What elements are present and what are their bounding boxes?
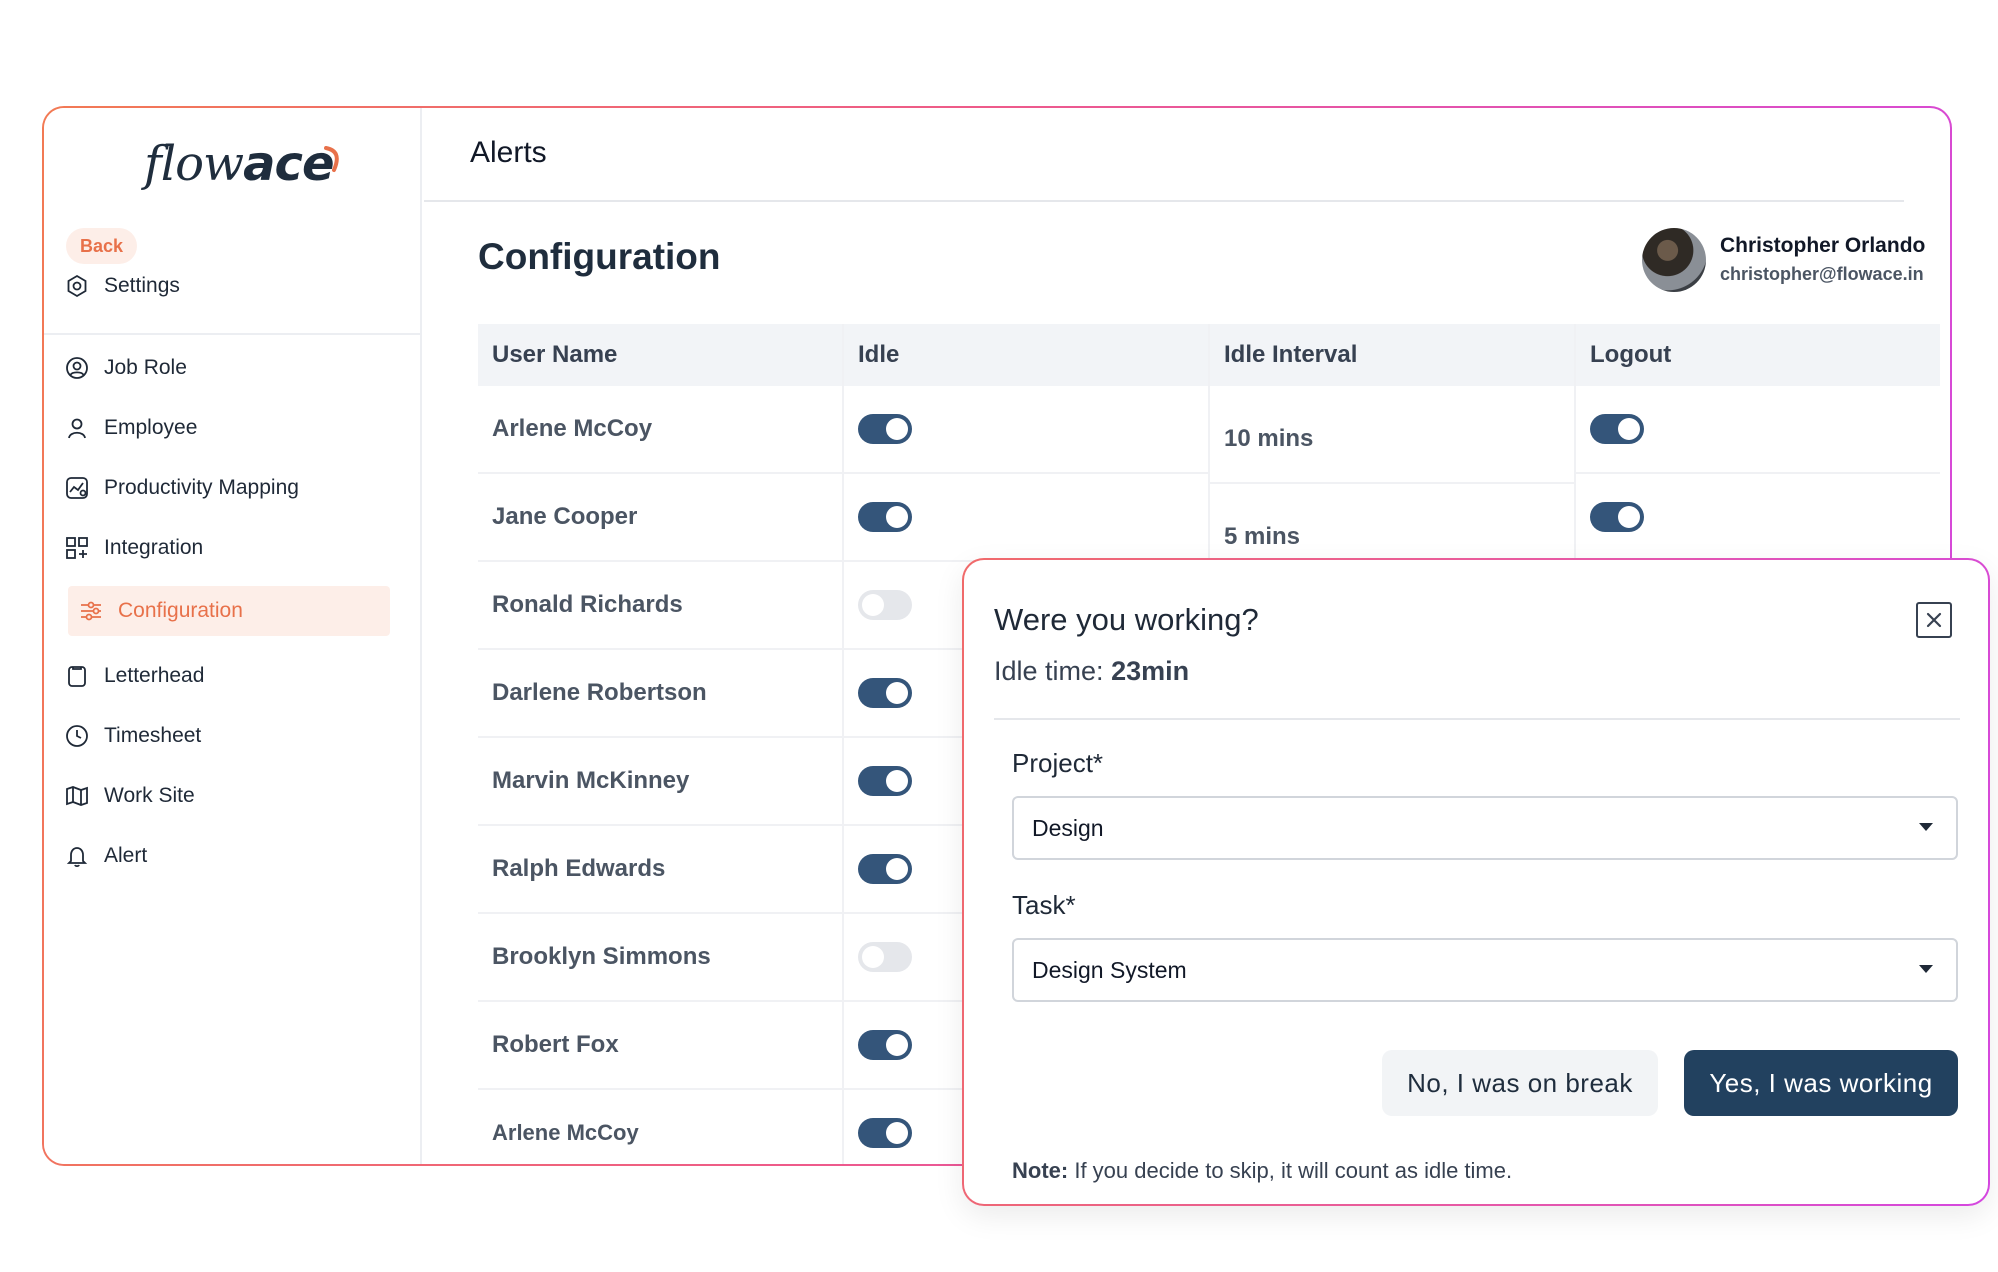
flowace-logo: flowace — [144, 136, 344, 206]
task-select-value: Design System — [1032, 956, 1187, 983]
sliders-icon — [78, 598, 104, 624]
on-break-button[interactable]: No, I was on break — [1382, 1050, 1658, 1116]
header-divider — [424, 200, 1904, 202]
logo-text-bold: ace — [243, 136, 334, 192]
sidebar-item-label: Settings — [104, 274, 180, 297]
sidebar-item-job-role[interactable]: Job Role — [64, 346, 187, 390]
idle-toggle[interactable] — [858, 942, 912, 972]
project-select-value: Design — [1032, 814, 1104, 841]
sidebar-item-label: Employee — [104, 416, 198, 439]
idle-toggle[interactable] — [858, 502, 912, 532]
idle-toggle[interactable] — [858, 766, 912, 796]
was-working-button[interactable]: Yes, I was working — [1684, 1050, 1958, 1116]
sidebar-item-productivity-mapping[interactable]: Productivity Mapping — [64, 466, 299, 510]
project-label: Project* — [1012, 748, 1104, 778]
logout-toggle[interactable] — [1590, 502, 1644, 532]
table-cell-interval: 10 mins — [1210, 386, 1574, 484]
sidebar-item-label: Job Role — [104, 356, 187, 379]
page-title: Configuration — [478, 236, 721, 277]
idle-toggle[interactable] — [858, 854, 912, 884]
table-cell-name: Arlene McCoy — [478, 1090, 842, 1164]
column-header: Idle Interval — [1210, 324, 1574, 386]
idle-toggle[interactable] — [858, 590, 912, 620]
sidebar-item-timesheet[interactable]: Timesheet — [64, 714, 201, 758]
note-text: If you decide to skip, it will count as … — [1074, 1158, 1513, 1183]
user-name: Christopher Orlando — [1720, 234, 1926, 257]
sidebar-item-label: Letterhead — [104, 664, 205, 687]
column-header: Idle — [844, 324, 1208, 386]
chart-icon — [64, 475, 90, 501]
column-header: Logout — [1576, 324, 1940, 386]
table-cell-logout — [1576, 474, 1940, 562]
table-cell-name: Brooklyn Simmons — [478, 914, 842, 1002]
idle-time-label: Idle time: — [994, 656, 1104, 686]
logo-text-light: flow — [144, 136, 244, 192]
table-cell-name: Robert Fox — [478, 1002, 842, 1090]
table-cell-logout — [1576, 386, 1940, 474]
sidebar-item-label: Configuration — [118, 599, 243, 622]
user-circle-icon — [64, 355, 90, 381]
table-cell-idle — [844, 386, 1208, 474]
sidebar: flowace Back Settings Job Role Employee … — [44, 108, 422, 1164]
settings-icon — [64, 273, 90, 299]
grid-plus-icon — [64, 535, 90, 561]
map-icon — [64, 783, 90, 809]
task-select[interactable]: Design System — [1012, 938, 1958, 1002]
column-user-name: User Name Arlene McCoy Jane Cooper Ronal… — [478, 324, 842, 1164]
idle-dialog-inner: Were you working? Idle time: 23min Proje… — [964, 560, 1988, 1204]
idle-dialog: Were you working? Idle time: 23min Proje… — [962, 558, 1990, 1206]
table-cell-interval: 5 mins — [1210, 484, 1574, 564]
sidebar-item-label: Alert — [104, 844, 148, 867]
clipboard-icon — [64, 663, 90, 689]
idle-toggle[interactable] — [858, 678, 912, 708]
sidebar-item-configuration[interactable]: Configuration — [68, 586, 390, 636]
sidebar-item-label: Productivity Mapping — [104, 476, 299, 499]
user-icon — [64, 415, 90, 441]
close-icon — [1926, 612, 1942, 628]
header-title: Alerts — [470, 136, 547, 169]
bell-icon — [64, 843, 90, 869]
chevron-down-icon — [1919, 823, 1933, 831]
dialog-title: Were you working? — [994, 602, 1259, 637]
table-cell-name: Marvin McKinney — [478, 738, 842, 826]
chevron-down-icon — [1919, 965, 1933, 973]
sidebar-item-letterhead[interactable]: Letterhead — [64, 654, 204, 698]
column-header: User Name — [478, 324, 842, 386]
close-button[interactable] — [1916, 602, 1952, 638]
table-cell-name: Darlene Robertson — [478, 650, 842, 738]
table-cell-name: Arlene McCoy — [478, 386, 842, 474]
clock-icon — [64, 723, 90, 749]
user-menu[interactable]: Christopher Orlando christopher@flowace.… — [1642, 228, 1950, 292]
idle-time-text: Idle time: 23min — [994, 656, 1189, 687]
sidebar-divider — [44, 333, 422, 335]
sidebar-item-label: Integration — [104, 536, 204, 559]
dialog-note: Note: If you decide to skip, it will cou… — [1012, 1158, 1512, 1184]
task-label: Task* — [1012, 890, 1076, 920]
idle-time-value: 23min — [1111, 656, 1190, 686]
sidebar-item-integration[interactable]: Integration — [64, 526, 203, 570]
user-email: christopher@flowace.in — [1720, 264, 1924, 284]
table-cell-name: Jane Cooper — [478, 474, 842, 562]
back-button[interactable]: Back — [66, 228, 138, 264]
sidebar-item-employee[interactable]: Employee — [64, 406, 197, 450]
logo-swoosh-icon — [324, 146, 339, 172]
sidebar-item-alert[interactable]: Alert — [64, 834, 147, 878]
dialog-divider — [994, 718, 1960, 720]
table-cell-idle — [844, 474, 1208, 562]
note-label: Note: — [1012, 1158, 1069, 1183]
sidebar-item-label: Work Site — [104, 784, 195, 807]
idle-toggle[interactable] — [858, 1030, 912, 1060]
idle-toggle[interactable] — [858, 414, 912, 444]
logout-toggle[interactable] — [1590, 414, 1644, 444]
table-cell-name: Ralph Edwards — [478, 826, 842, 914]
idle-toggle[interactable] — [858, 1118, 912, 1148]
project-select[interactable]: Design — [1012, 796, 1958, 860]
avatar — [1642, 228, 1706, 292]
sidebar-item-settings[interactable]: Settings — [64, 264, 180, 308]
table-cell-name: Ronald Richards — [478, 562, 842, 650]
sidebar-item-label: Timesheet — [104, 724, 202, 747]
sidebar-item-work-site[interactable]: Work Site — [64, 774, 195, 818]
